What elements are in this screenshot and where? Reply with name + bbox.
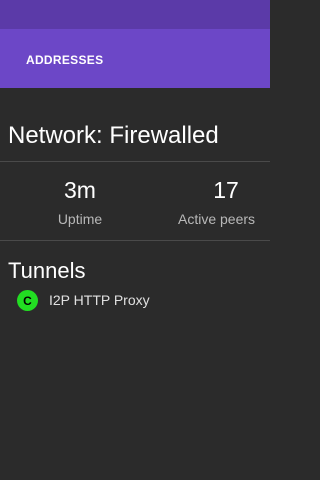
tunnel-name: I2P HTTP Proxy bbox=[49, 292, 150, 308]
tunnel-item[interactable]: C I2P HTTP Proxy bbox=[17, 289, 267, 311]
active-peers-label: Active peers bbox=[178, 211, 256, 227]
active-peers-value: 17 bbox=[213, 177, 239, 203]
tab-bar: ADDRESSES bbox=[0, 29, 270, 88]
uptime-value: 3m bbox=[64, 177, 96, 203]
network-status: Network: Firewalled bbox=[8, 122, 219, 149]
tab-addresses[interactable]: ADDRESSES bbox=[26, 53, 103, 67]
status-bar bbox=[0, 0, 270, 29]
tunnel-status-badge: C bbox=[17, 290, 38, 311]
tunnels-heading: Tunnels bbox=[8, 258, 86, 283]
divider bbox=[0, 240, 270, 241]
divider bbox=[0, 161, 270, 162]
uptime-label: Uptime bbox=[57, 211, 103, 227]
